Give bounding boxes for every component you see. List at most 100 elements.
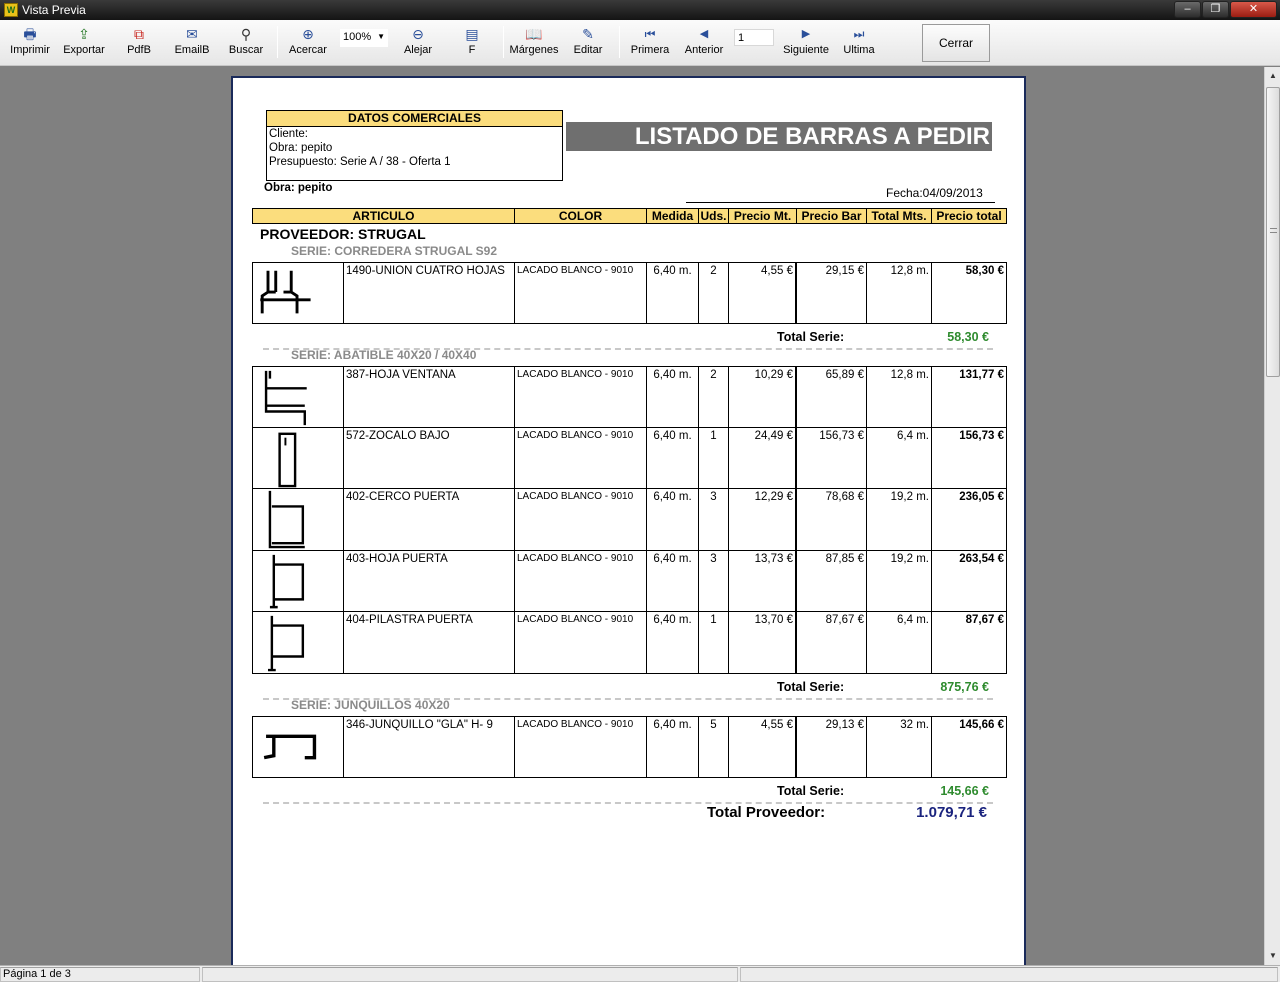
app-icon: W [4,3,18,17]
search-button[interactable]: ⚲ Buscar [226,24,266,62]
cell-articulo: 404-PILASTRA PUERTA [344,612,515,673]
close-preview-button[interactable]: Cerrar [922,24,990,62]
next-page-button[interactable]: ▶ Siguiente [780,24,832,62]
cell-color: LACADO BLANCO - 9010 [515,367,647,427]
table-row: 402-CERCO PUERTA LACADO BLANCO - 9010 6,40… [252,489,1007,551]
cell-total-mts: 6,4 m. [867,428,932,488]
fit-page-button[interactable]: ▤ F [462,24,482,62]
table-header: ARTICULO COLOR Medida Uds. Precio Mt. Pr… [252,208,1007,224]
toolbar-separator [503,26,504,58]
cell-articulo: 402-CERCO PUERTA [344,489,515,550]
cell-medida: 6,40 m. [647,551,699,611]
book-icon: 📖 [525,26,543,42]
scrollbar-thumb[interactable] [1266,87,1280,377]
vertical-scrollbar[interactable]: ▲ ▼ [1264,67,1280,965]
cell-precio-total: 236,05 € [959,491,1004,503]
email-button[interactable]: ✉ EmailB [172,24,212,62]
first-page-button[interactable]: ⏮ Primera [628,24,672,62]
cell-color: LACADO BLANCO - 9010 [515,428,647,488]
print-button[interactable]: 🖶 Imprimir [8,24,52,62]
cliente-line: Cliente: [269,128,308,140]
profile-drawing [253,489,344,550]
serie-total: Total Serie: 145,66 € [263,784,993,806]
cell-precio-mt: 4,55 € [729,717,797,777]
cell-precio-bar: 87,67 € [797,612,867,673]
dashed-divider [263,802,993,804]
pdf-icon: ⧉ [134,26,144,42]
table-row: 1490-UNION CUATRO HOJAS LACADO BLANCO - 9… [252,262,1007,324]
maximize-button[interactable]: ❐ [1202,1,1229,18]
cell-uds: 3 [699,489,729,550]
window-title-bar: W Vista Previa – ❐ ✕ [0,0,1280,20]
toolbar-separator [277,26,278,58]
cell-total-mts: 12,8 m. [867,367,932,427]
cell-precio-bar: 29,15 € [797,263,867,323]
cell-precio-total: 263,54 € [959,553,1004,565]
edit-button[interactable]: ✎ Editar [570,24,606,62]
cell-medida: 6,40 m. [647,428,699,488]
first-page-icon: ⏮ [644,27,656,41]
table-row: 403-HOJA PUERTA LACADO BLANCO - 9010 6,40 … [252,551,1007,612]
cell-precio-bar: 87,85 € [797,551,867,611]
cell-total-mts: 32 m. [867,717,932,777]
export-button[interactable]: ⇪ Exportar [60,24,108,62]
export-icon: ⇪ [78,26,90,42]
pdf-button[interactable]: ⧉ PdfB [122,24,156,62]
cell-precio-total: 87,67 € [965,614,1004,626]
total-proveedor-value: 1.079,71 € [916,804,987,821]
zoom-in-button[interactable]: ⊕ Acercar [286,24,330,62]
cell-precio-mt: 4,55 € [729,263,797,323]
cell-medida: 6,40 m. [647,263,699,323]
serie-title: SERIE: JUNQUILLOS 40X20 [291,698,450,712]
column-header: Precio Mt. [729,209,797,223]
cell-articulo: 346-JUNQUILLO "GLA" H- 9 [344,717,515,777]
table-row: 346-JUNQUILLO "GLA" H- 9 LACADO BLANCO - … [252,716,1007,778]
cell-uds: 1 [699,428,729,488]
column-header: COLOR [515,209,647,223]
table-row: 404-PILASTRA PUERTA LACADO BLANCO - 9010 6… [252,612,1007,674]
cell-uds: 3 [699,551,729,611]
report-title: LISTADO DE BARRAS A PEDIR [566,122,992,151]
window-title: Vista Previa [22,3,86,17]
profile-drawing [253,612,344,673]
cell-uds: 2 [699,263,729,323]
profile-drawing [253,428,344,488]
status-panel [202,967,738,982]
last-page-button[interactable]: ⏭ Ultima [840,24,878,62]
page-info: Página 1 de 3 [0,967,200,982]
cell-uds: 2 [699,367,729,427]
report-page: DATOS COMERCIALES Cliente: Obra: pepito … [231,76,1026,965]
edit-icon: ✎ [582,26,594,42]
cell-precio-bar: 156,73 € [797,428,867,488]
proveedor-label: PROVEEDOR: STRUGAL [260,226,426,242]
last-page-icon: ⏭ [853,27,865,41]
minimize-button[interactable]: – [1174,1,1201,18]
cell-precio-mt: 10,29 € [729,367,797,427]
zoom-out-icon: ⊖ [412,26,424,42]
previous-page-button[interactable]: ◀ Anterior [682,24,726,62]
datos-comerciales-box: DATOS COMERCIALES Cliente: Obra: pepito … [266,110,563,181]
window-close-button[interactable]: ✕ [1230,1,1277,18]
cell-precio-total: 145,66 € [959,719,1004,731]
serie-total-label: Total Serie: [773,330,849,344]
cell-total-mts: 19,2 m. [867,489,932,550]
cell-precio-bar: 78,68 € [797,489,867,550]
cell-precio-total: 131,77 € [959,369,1004,381]
preview-viewport[interactable]: DATOS COMERCIALES Cliente: Obra: pepito … [0,67,1264,965]
next-page-icon: ▶ [801,28,811,40]
profile-drawing [253,367,344,427]
zoom-out-button[interactable]: ⊖ Alejar [400,24,436,62]
cell-precio-total: 156,73 € [959,430,1004,442]
margins-button[interactable]: 📖 Márgenes [509,24,559,62]
chevron-down-icon: ▼ [377,32,385,41]
scroll-up-icon[interactable]: ▲ [1266,68,1280,84]
cell-medida: 6,40 m. [647,612,699,673]
cell-color: LACADO BLANCO - 9010 [515,263,647,323]
scroll-down-icon[interactable]: ▼ [1266,948,1280,964]
serie-title: SERIE: ABATIBLE 40X20 / 40X40 [291,348,477,362]
zoom-select[interactable]: 100% ▼ [340,29,388,47]
profile-drawing [253,263,344,323]
cell-total-mts: 12,8 m. [867,263,932,323]
page-number-input[interactable] [734,29,774,46]
serie-total-value: 875,76 € [893,680,993,694]
